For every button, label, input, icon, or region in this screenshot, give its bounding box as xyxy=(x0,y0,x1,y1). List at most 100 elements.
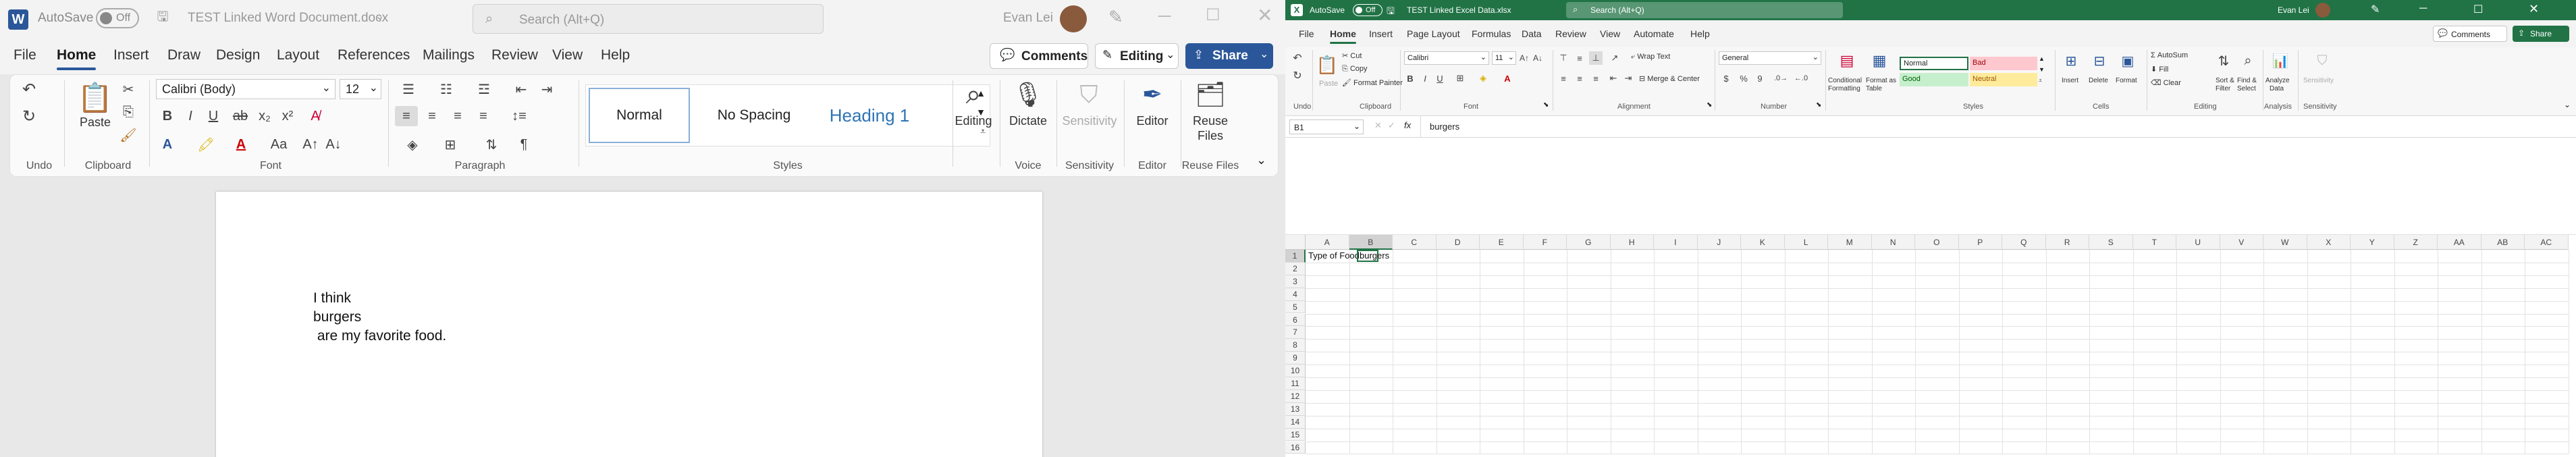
align-right-icon[interactable]: ≡ xyxy=(1589,72,1603,85)
active-cell-b1[interactable]: burgers xyxy=(1357,250,1389,262)
conditional-formatting-icon[interactable]: ▤ xyxy=(1833,50,1860,72)
avatar[interactable] xyxy=(2315,3,2330,18)
borders-icon[interactable]: ⊞ xyxy=(1453,72,1468,85)
row-header-3[interactable]: 3 xyxy=(1285,275,1306,288)
cut-icon[interactable]: ✂ xyxy=(118,79,138,99)
row-header-6[interactable]: 6 xyxy=(1285,313,1306,327)
avatar[interactable] xyxy=(1060,5,1087,32)
shading-icon[interactable]: ◈ xyxy=(399,134,426,155)
column-header-d[interactable]: D xyxy=(1436,235,1480,250)
numbering-icon[interactable]: ☷ xyxy=(433,79,460,99)
style-normal[interactable]: Normal xyxy=(589,88,690,143)
dialog-launcher-icon[interactable]: ⬊ xyxy=(1707,101,1712,109)
row-header-2[interactable]: 2 xyxy=(1285,262,1306,275)
tab-view[interactable]: View xyxy=(552,47,583,63)
line-spacing-icon[interactable]: ↕≡ xyxy=(506,106,533,126)
editing-button[interactable]: Editing xyxy=(947,114,1000,128)
copy-button[interactable]: ⎘ Copy xyxy=(1342,65,1368,74)
clear-button[interactable]: ⌫ Clear xyxy=(2151,78,2181,87)
tab-home[interactable]: Home xyxy=(57,47,97,70)
change-case-icon[interactable]: Aa xyxy=(265,134,292,155)
format-as-table-button-line2[interactable]: Table xyxy=(1866,85,1882,92)
name-box[interactable]: B1 ⌄ xyxy=(1289,119,1364,134)
search-box[interactable]: ⌕ Search (Alt+Q) xyxy=(473,4,824,34)
find-icon[interactable]: ⌕ xyxy=(951,78,996,111)
format-cells-icon[interactable]: ▣ xyxy=(2116,50,2140,72)
tab-review[interactable]: Review xyxy=(491,47,538,63)
row-header-13[interactable]: 13 xyxy=(1285,402,1306,416)
justify-icon[interactable]: ≡ xyxy=(472,106,495,126)
close-icon[interactable]: ✕ xyxy=(1257,4,1272,26)
enter-icon[interactable]: ✓ xyxy=(1388,120,1395,131)
underline-icon[interactable]: U xyxy=(1434,72,1446,85)
comments-button[interactable]: 💬 Comments xyxy=(2433,26,2507,42)
strikethrough-icon[interactable]: ab xyxy=(230,106,250,126)
tab-home[interactable]: Home xyxy=(1330,28,1356,44)
chevron-up-icon[interactable]: ▲ xyxy=(2039,55,2045,62)
row-header-15[interactable]: 15 xyxy=(1285,428,1306,441)
show-formatting-icon[interactable]: ¶ xyxy=(514,134,534,155)
editor-button[interactable]: Editor xyxy=(1127,114,1178,128)
tab-formulas[interactable]: Formulas xyxy=(1472,28,1511,39)
document-page[interactable]: I think burgers are my favorite food. xyxy=(216,192,1042,457)
editing-mode-button[interactable]: ✎ Editing ⌄ xyxy=(1095,43,1179,69)
top-align-icon[interactable]: ⊤ xyxy=(1557,51,1570,65)
multilevel-list-icon[interactable]: ☲ xyxy=(471,79,498,99)
tab-review[interactable]: Review xyxy=(1555,28,1586,39)
row-header-7[interactable]: 7 xyxy=(1285,326,1306,340)
column-header-aa[interactable]: AA xyxy=(2438,235,2481,250)
undo-icon[interactable]: ↶ xyxy=(16,79,43,99)
sensitivity-icon[interactable]: ⛉ xyxy=(2310,50,2334,72)
tab-view[interactable]: View xyxy=(1600,28,1620,39)
sort-filter-button-line2[interactable]: Filter xyxy=(2216,85,2230,92)
format-painter-icon[interactable]: 🖌 xyxy=(118,125,138,145)
row-header-16[interactable]: 16 xyxy=(1285,441,1306,454)
row-header-5[interactable]: 5 xyxy=(1285,300,1306,314)
reuse-files-button[interactable]: Reuse xyxy=(1183,114,1237,128)
row-header-10[interactable]: 10 xyxy=(1285,365,1306,377)
align-left-icon[interactable]: ≡ xyxy=(1557,72,1570,85)
fill-color-icon[interactable]: ◈ xyxy=(1476,72,1491,85)
row-header-12[interactable]: 12 xyxy=(1285,389,1306,403)
decrease-decimal-icon[interactable]: ←.0 xyxy=(1793,72,1809,85)
grow-font-icon[interactable]: A↑ xyxy=(300,134,321,155)
dialog-launcher-icon[interactable]: ⬊ xyxy=(1543,101,1549,109)
share-button[interactable]: ⇪ Share xyxy=(2513,26,2569,42)
column-header-r[interactable]: R xyxy=(2045,235,2089,250)
comments-button[interactable]: 💬 Comments xyxy=(990,43,1088,69)
row-header-4[interactable]: 4 xyxy=(1285,288,1306,301)
row-header-1[interactable]: 1 xyxy=(1285,250,1306,263)
align-left-icon[interactable]: ≡ xyxy=(395,106,418,126)
tab-insert[interactable]: Insert xyxy=(113,47,149,63)
insert-function-icon[interactable]: fx xyxy=(1404,120,1411,130)
number-format-select[interactable]: General ⌄ xyxy=(1719,51,1821,65)
sensitivity-button[interactable]: Sensitivity xyxy=(2303,77,2334,84)
column-header-ac[interactable]: AC xyxy=(2525,235,2569,250)
dictate-button[interactable]: Dictate xyxy=(1002,114,1054,128)
find-select-button-line2[interactable]: Select xyxy=(2237,85,2256,92)
style-heading-1[interactable]: Heading 1 xyxy=(815,88,923,143)
insert-cells-button[interactable]: Insert xyxy=(2062,77,2078,84)
minimize-icon[interactable]: ─ xyxy=(2419,3,2427,15)
subscript-icon[interactable]: x₂ xyxy=(254,106,275,126)
increase-indent-icon[interactable]: ⇥ xyxy=(1621,72,1635,85)
chevron-down-icon[interactable]: ▼ xyxy=(2039,66,2045,73)
sort-filter-button[interactable]: Sort & xyxy=(2216,77,2234,84)
column-header-t[interactable]: T xyxy=(2132,235,2176,250)
document-title[interactable]: TEST Linked Word Document.docx xyxy=(188,11,388,26)
more-styles-icon[interactable]: ⩡ xyxy=(2039,77,2042,84)
tab-file[interactable]: File xyxy=(14,47,36,63)
bold-icon[interactable]: B xyxy=(157,106,178,126)
column-header-g[interactable]: G xyxy=(1567,235,1611,250)
column-header-v[interactable]: V xyxy=(2220,235,2263,250)
tab-page-layout[interactable]: Page Layout xyxy=(1407,28,1460,39)
insert-cells-icon[interactable]: ⊞ xyxy=(2059,50,2083,72)
reuse-files-icon[interactable]: 🗂 xyxy=(1190,78,1231,111)
tab-help[interactable]: Help xyxy=(1690,28,1710,39)
format-cells-button[interactable]: Format xyxy=(2116,77,2137,84)
minimize-icon[interactable]: ─ xyxy=(1158,5,1171,26)
grow-font-icon[interactable]: A↑ xyxy=(1519,51,1530,65)
save-icon[interactable]: 🖫 xyxy=(153,8,173,28)
style-no-spacing[interactable]: No Spacing xyxy=(703,88,805,143)
align-center-icon[interactable]: ≡ xyxy=(421,106,444,126)
